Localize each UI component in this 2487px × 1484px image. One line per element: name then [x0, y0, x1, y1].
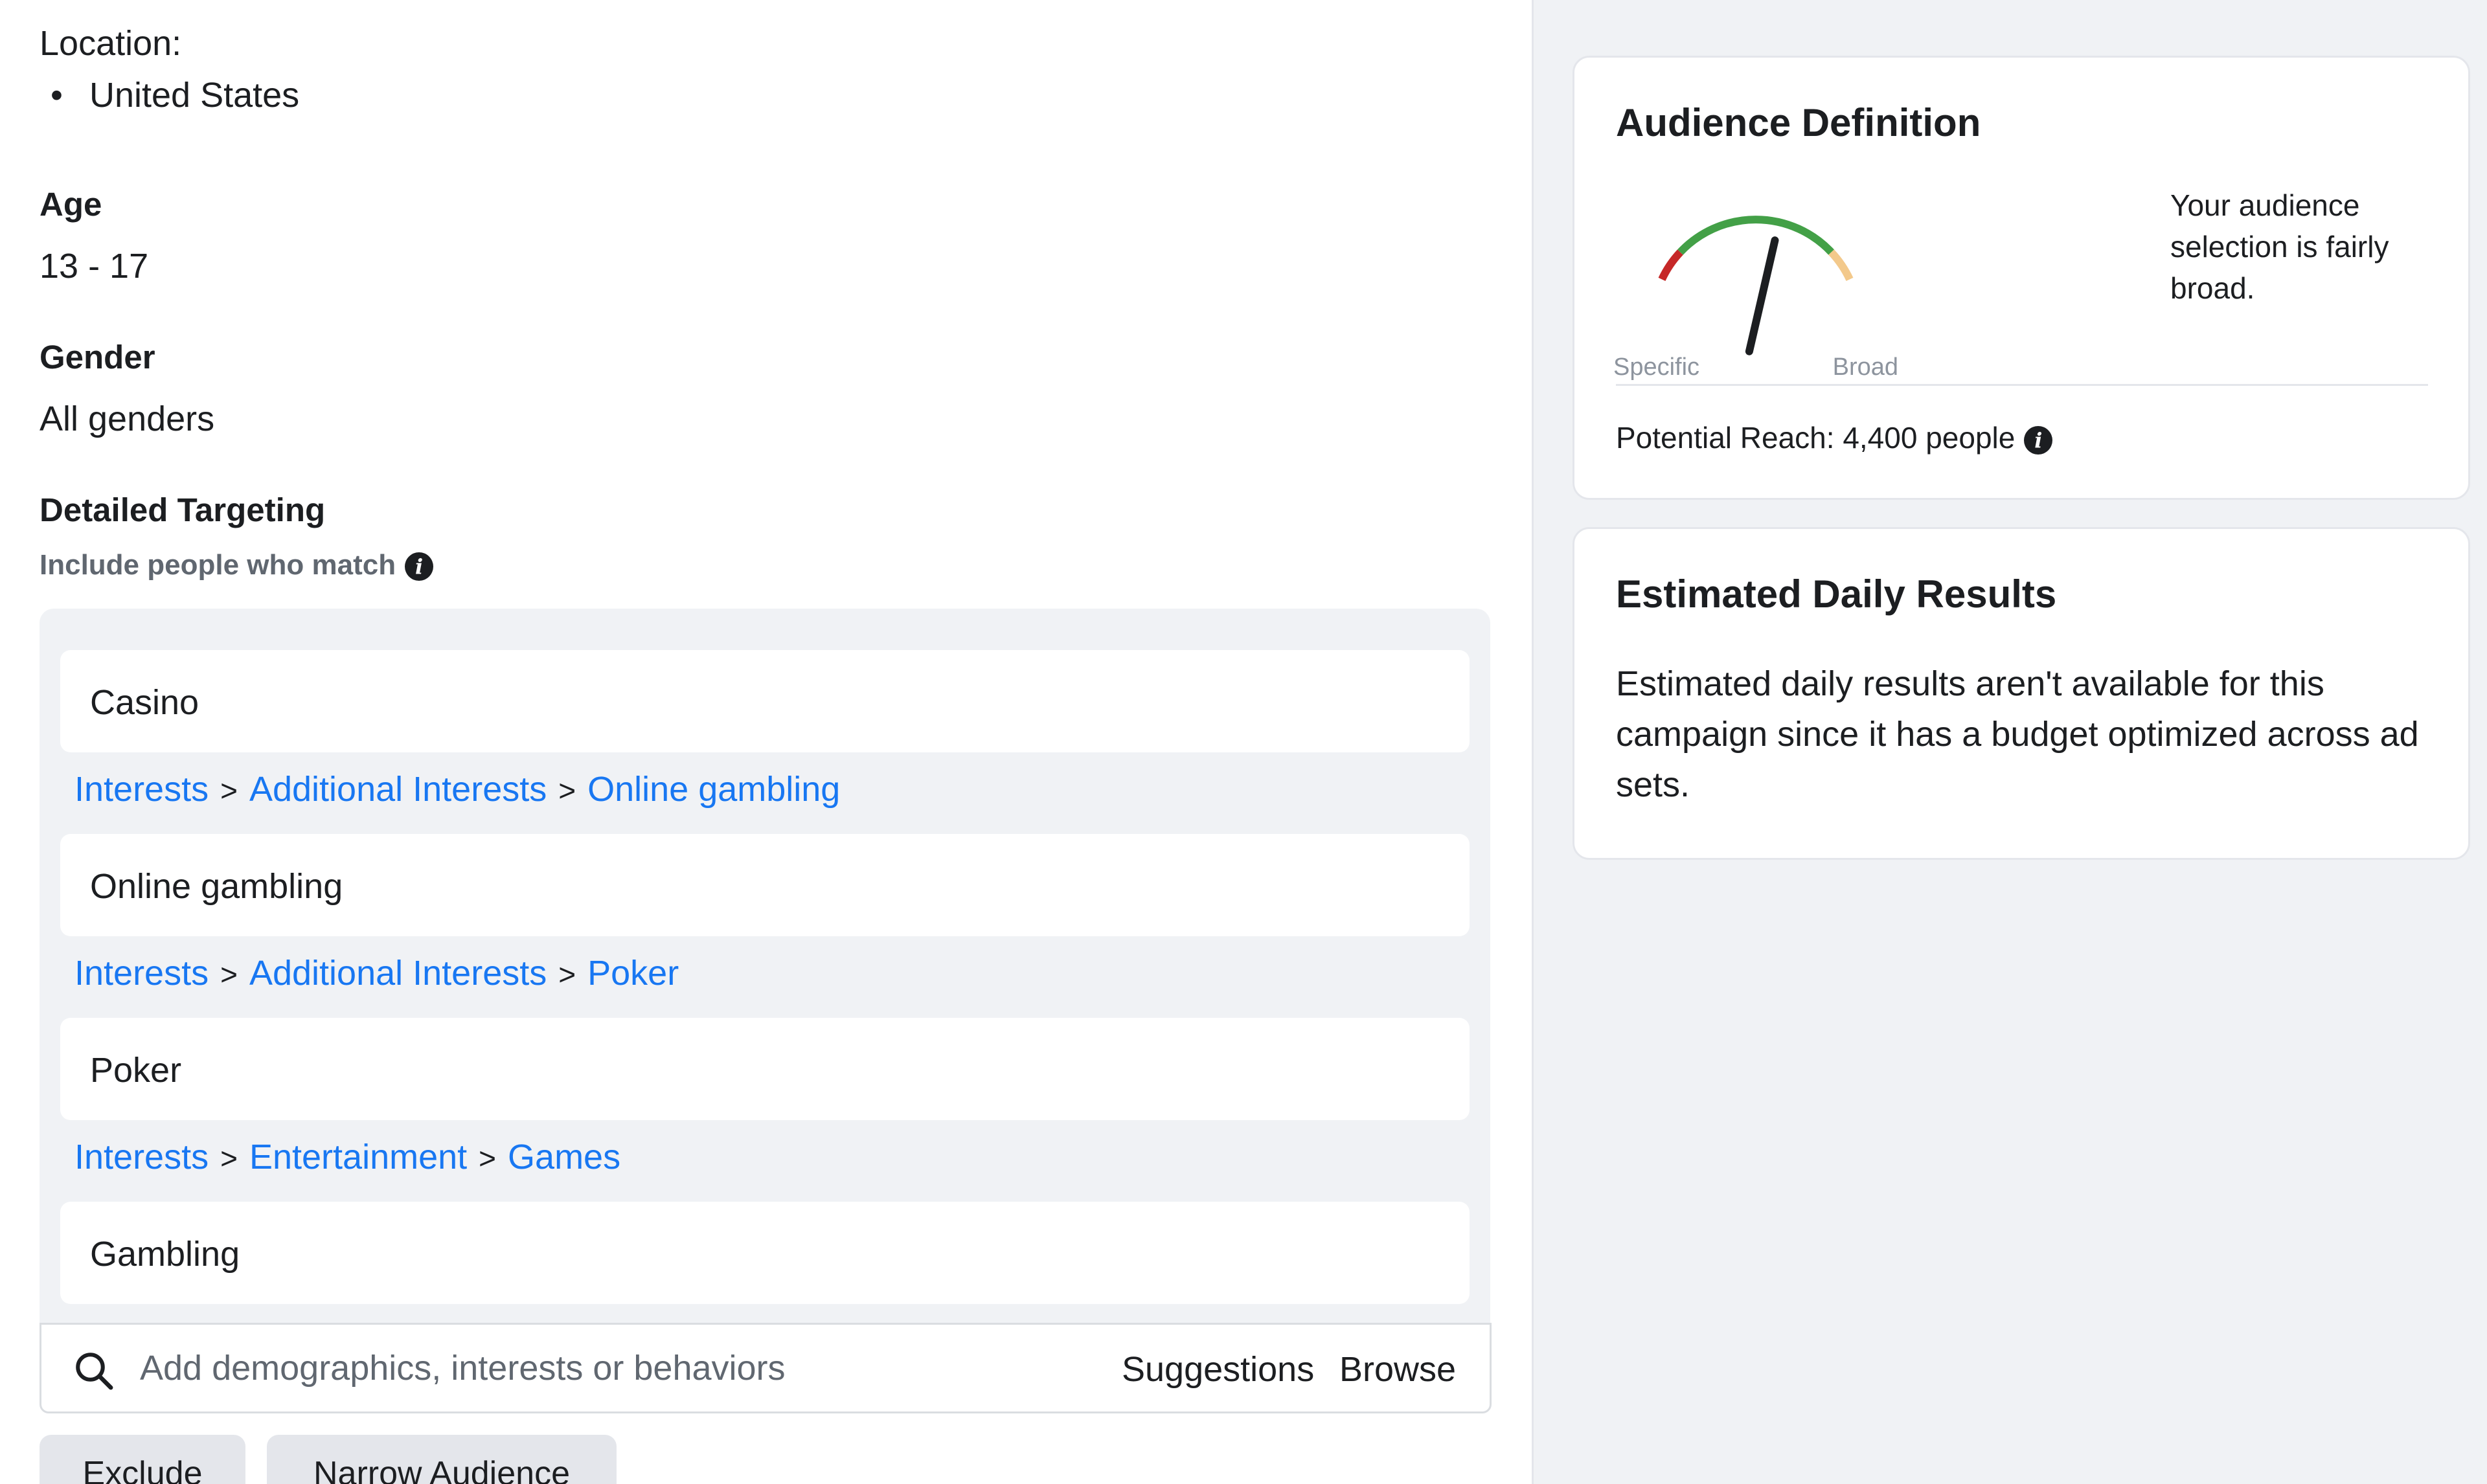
targeting-search: Suggestions Browse: [40, 1323, 1492, 1413]
gender-value: All genders: [40, 399, 215, 438]
location-label: Location:: [40, 24, 182, 63]
potential-reach: Potential Reach: 4,400 people i: [1616, 420, 2053, 455]
breadcrumb-link[interactable]: Additional Interests: [249, 954, 547, 993]
targeting-item-label: Gambling: [90, 1235, 240, 1274]
ads-manager-audience: Location: • United States Age 13 - 17 Gen…: [0, 0, 2487, 1484]
estimated-daily-results-title: Estimated Daily Results: [1616, 572, 2057, 616]
audience-definition-card: Audience Definition Specific Broad Your …: [1573, 56, 2470, 500]
location-value: United States: [89, 76, 300, 115]
breadcrumb-link[interactable]: Poker: [587, 954, 679, 993]
info-icon[interactable]: i: [2024, 425, 2053, 455]
gauge-arc-middle: [1677, 216, 1834, 255]
audience-description: Your audience selection is fairly broad.: [2170, 188, 2389, 305]
age-value: 13 - 17: [40, 247, 149, 286]
info-icon[interactable]: i: [405, 552, 434, 581]
breadcrumb-link[interactable]: Interests: [74, 954, 209, 993]
breadcrumb-link[interactable]: Entertainment: [249, 1138, 467, 1176]
breadcrumb-link[interactable]: Interests: [74, 770, 209, 809]
gauge-label-broad: Broad: [1833, 354, 1898, 381]
gauge-arc-specific: [1658, 249, 1683, 282]
estimated-daily-results-text: Estimated daily results aren't available…: [1616, 664, 2419, 804]
audience-gauge: Specific Broad: [1613, 216, 1898, 381]
gender-label: Gender: [40, 339, 155, 376]
breadcrumb-link[interactable]: Additional Interests: [249, 770, 547, 809]
targeting-item[interactable]: Online gambling: [60, 834, 1470, 936]
targeting-item-label: Online gambling: [90, 867, 343, 906]
audience-settings-panel: Location: • United States Age 13 - 17 Gen…: [0, 0, 1534, 1484]
location-item: • United States: [51, 76, 300, 115]
targeting-item[interactable]: Poker: [60, 1018, 1470, 1120]
estimated-daily-results-card: Estimated Daily Results Estimated daily …: [1573, 527, 2470, 860]
breadcrumb-link[interactable]: Online gambling: [587, 770, 840, 809]
age-label: Age: [40, 186, 102, 223]
targeting-item-label: Poker: [90, 1051, 182, 1090]
audience-definition-title: Audience Definition: [1616, 101, 1981, 144]
exclude-button[interactable]: Exclude: [40, 1435, 245, 1484]
targeting-breadcrumb: Interests > Additional Interests > Poker: [74, 954, 679, 993]
targeting-search-input[interactable]: [139, 1343, 1048, 1393]
search-icon: [76, 1353, 113, 1390]
targeting-item[interactable]: Casino: [60, 650, 1470, 752]
audience-summary-panel: Audience Definition Specific Broad Your …: [1534, 0, 2487, 1484]
gauge-label-specific: Specific: [1613, 354, 1699, 381]
gauge-arc-broad: [1828, 249, 1854, 282]
divider: [1616, 384, 2428, 386]
detailed-targeting-label: Detailed Targeting: [40, 491, 326, 528]
suggestions-button[interactable]: Suggestions: [1122, 1349, 1314, 1389]
breadcrumb-link[interactable]: Games: [508, 1138, 620, 1176]
browse-button[interactable]: Browse: [1339, 1349, 1456, 1389]
breadcrumb-link[interactable]: Interests: [74, 1138, 209, 1176]
targeting-breadcrumb: Interests > Entertainment > Games: [74, 1138, 621, 1176]
gauge-needle: [1745, 236, 1779, 355]
targeting-breadcrumb: Interests > Additional Interests > Online ga…: [74, 770, 841, 809]
detailed-targeting-box: Casino Interests > Additional Interests > On…: [40, 609, 1490, 1324]
narrow-audience-button[interactable]: Narrow Audience: [267, 1435, 617, 1484]
targeting-item-label: Casino: [90, 683, 199, 722]
include-people-label: Include people who match i: [40, 549, 434, 581]
targeting-item[interactable]: Gambling: [60, 1202, 1470, 1304]
